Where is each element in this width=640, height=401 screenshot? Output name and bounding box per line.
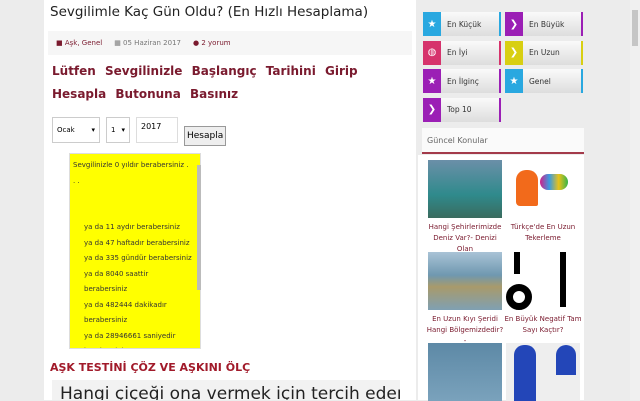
star-icon: ★	[423, 12, 441, 36]
result-line: ya da 11 aydır berabersiniz	[84, 223, 180, 231]
post-comments[interactable]: ● 2 yorum	[193, 39, 231, 47]
thumbnail-ship[interactable]	[428, 343, 502, 401]
category-3[interactable]: ❯ En Uzun	[505, 40, 583, 65]
category-label: Top 10	[447, 105, 472, 114]
category-2[interactable]: ◍ En İyi	[423, 40, 501, 65]
quiz-question: Hangi çiçeği ona vermek için tercih eder…	[52, 380, 400, 400]
year-input[interactable]: 2017	[136, 117, 178, 143]
category-label: En Küçük	[447, 19, 482, 29]
chevron-right-icon: ❯	[505, 40, 523, 65]
result-line: ya da 28946661 saniyedir berabersiniz	[84, 331, 176, 349]
calculate-button[interactable]: Hesapla	[184, 126, 227, 146]
category-label: En Büyük	[529, 19, 565, 29]
chevron-right-icon: ❯	[505, 12, 523, 36]
recent-topic-link[interactable]: Hangi Şehirlerimizde Deniz Var?- Denizi …	[426, 222, 504, 255]
result-line: ya da 8040 saattir berabersiniz	[84, 269, 149, 294]
textarea-scrollbar[interactable]	[197, 165, 201, 290]
category-5[interactable]: ★ Genel	[505, 69, 583, 93]
date-form: Ocak ▾ 1 ▾ 2017 Hesapla	[52, 117, 227, 146]
recent-topic-link[interactable]: Türkçe'de En Uzun Tekerleme	[504, 222, 582, 244]
category-label: En Uzun	[529, 48, 560, 57]
result-textarea[interactable]: Sevgilinizle 0 yıldır berabersiniz . . .…	[69, 153, 201, 349]
recent-topics-header: Güncel Konular	[422, 128, 584, 154]
globe-icon: ◍	[423, 40, 441, 65]
post-meta: ■ Aşk, Genel ▦ 05 Haziran 2017 ● 2 yorum	[48, 31, 412, 55]
recent-topics: Hangi Şehirlerimizde Deniz Var?- Denizi …	[418, 155, 584, 401]
post-title: Sevgilimle Kaç Gün Oldu? (En Hızlı Hesap…	[50, 4, 369, 20]
page-scrollbar[interactable]	[630, 0, 640, 400]
day-select[interactable]: 1 ▾	[106, 117, 130, 143]
category-1[interactable]: ❯ En Büyük	[505, 12, 583, 36]
main-content: Sevgilimle Kaç Gün Oldu? (En Hızlı Hesap…	[44, 0, 416, 400]
category-6[interactable]: ❯ Top 10	[423, 97, 501, 122]
scrollbar-thumb[interactable]	[632, 10, 638, 46]
thumbnail-negative-number[interactable]	[506, 252, 580, 310]
thumbnail-head-icon[interactable]	[506, 160, 580, 218]
star-icon: ★	[505, 69, 523, 93]
result-line: ya da 335 gündür berabersiniz	[84, 254, 192, 262]
thumbnail-coast[interactable]	[428, 252, 502, 310]
recent-topic-link[interactable]: En Büyük Negatif Tam Sayı Kaçtır?	[504, 314, 582, 336]
section-heading: AŞK TESTİNİ ÇÖZ VE AŞKINI ÖLÇ	[50, 361, 251, 374]
intro-text: Lütfen Sevgilinizle Başlangıç Tarihini G…	[52, 64, 358, 101]
result-line: Sevgilinizle 0 yıldır berabersiniz . . .	[73, 161, 189, 185]
thumbnail-sea-cliffs[interactable]	[428, 160, 502, 218]
category-0[interactable]: ★ En Küçük	[423, 12, 501, 36]
star-icon: ★	[423, 69, 441, 93]
category-label: En İyi	[447, 48, 468, 57]
category-label: Genel	[529, 76, 551, 86]
chevron-right-icon: ❯	[423, 97, 441, 122]
post-date: ▦ 05 Haziran 2017	[114, 39, 181, 47]
category-label: En İlginç	[447, 76, 479, 86]
month-select[interactable]: Ocak ▾	[52, 117, 100, 143]
result-line: ya da 47 haftadır berabersiniz	[84, 238, 190, 247]
thumbnail-blue-doors[interactable]	[506, 343, 580, 401]
result-line: ya da 482444 dakikadır berabersiniz	[84, 300, 167, 325]
post-category[interactable]: ■ Aşk, Genel	[56, 39, 102, 47]
category-4[interactable]: ★ En İlginç	[423, 69, 501, 93]
